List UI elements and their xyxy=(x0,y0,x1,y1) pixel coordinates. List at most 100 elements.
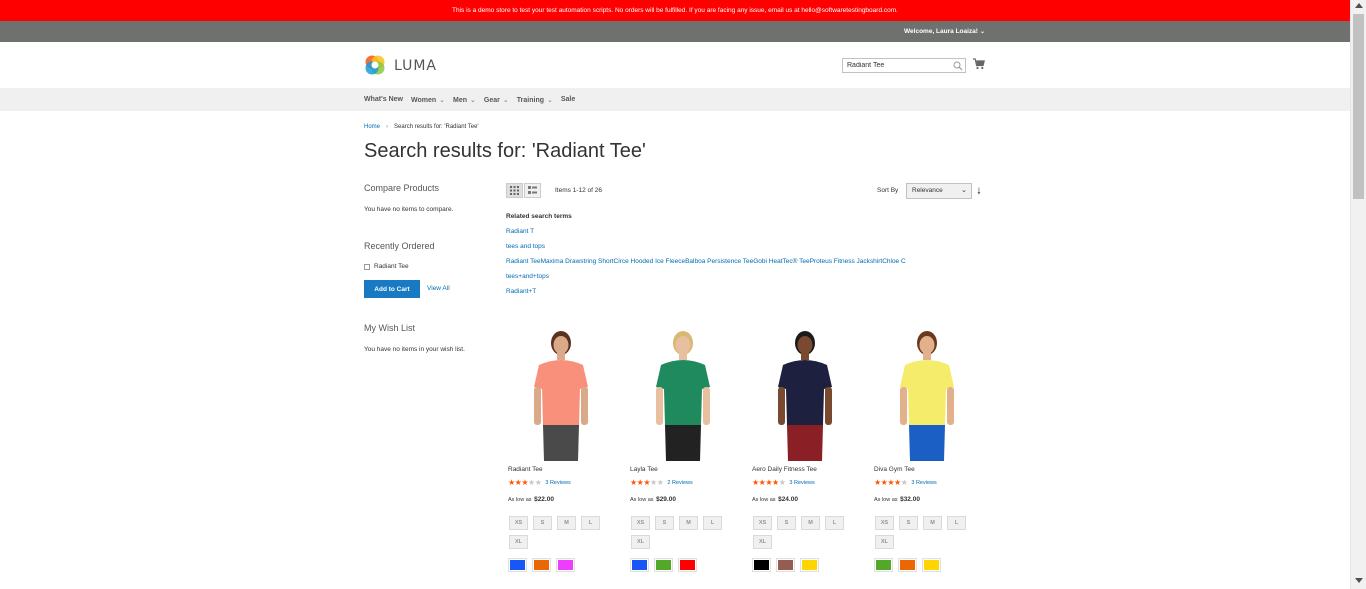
product-name-link[interactable]: Layla Tee xyxy=(630,466,658,473)
color-option[interactable] xyxy=(508,558,527,572)
size-option[interactable]: M xyxy=(557,516,576,530)
reviews-link[interactable]: 3 Reviews xyxy=(545,480,570,486)
recently-ordered-item: Radiant Tee xyxy=(364,263,409,270)
color-option[interactable] xyxy=(752,558,771,572)
related-term-link[interactable]: Radiant TeeMaxima Drawstring ShortCirce … xyxy=(506,258,986,273)
star-icon: ★ xyxy=(874,478,881,487)
size-option[interactable]: L xyxy=(825,516,844,530)
reviews-link[interactable]: 3 Reviews xyxy=(911,480,936,486)
welcome-text: Welcome, Laura Loaiza! xyxy=(904,28,978,35)
product-rating: ★★★★★ 3 Reviews xyxy=(508,478,571,487)
page-header: LUMA xyxy=(0,42,1350,88)
size-option[interactable]: XL xyxy=(631,535,650,549)
color-option[interactable] xyxy=(654,558,673,572)
related-term-link[interactable]: tees+and+tops xyxy=(506,273,986,288)
size-option[interactable]: XL xyxy=(753,535,772,549)
recent-item-checkbox[interactable] xyxy=(364,263,370,270)
color-option[interactable] xyxy=(898,558,917,572)
size-option[interactable]: XS xyxy=(753,516,772,530)
page-scrollbar[interactable] xyxy=(1350,0,1366,589)
scroll-up-arrow-icon[interactable] xyxy=(1355,3,1363,8)
size-option[interactable]: L xyxy=(703,516,722,530)
star-icon: ★ xyxy=(656,478,664,487)
size-option[interactable]: M xyxy=(679,516,698,530)
product-image[interactable] xyxy=(750,325,860,461)
product-price: As low as $29.00 xyxy=(630,496,676,503)
scroll-down-arrow-icon[interactable] xyxy=(1355,578,1363,583)
search-input[interactable] xyxy=(842,58,966,73)
add-to-cart-button[interactable]: Add to Cart xyxy=(364,280,420,298)
sort-by-value: Relevance xyxy=(912,187,943,194)
nav-item-gear[interactable]: Gear ⌄ xyxy=(484,96,509,104)
product-image[interactable] xyxy=(506,325,616,461)
sort-by-select[interactable]: Relevance ⌄ xyxy=(906,183,972,199)
size-option[interactable]: XL xyxy=(875,535,894,549)
list-mode-button[interactable] xyxy=(524,183,541,198)
search-icon[interactable] xyxy=(953,61,963,71)
nav-item-training[interactable]: Training ⌄ xyxy=(517,96,553,104)
product-name-link[interactable]: Aero Daily Fitness Tee xyxy=(752,466,817,473)
product-name-link[interactable]: Radiant Tee xyxy=(508,466,543,473)
breadcrumb-home-link[interactable]: Home xyxy=(364,124,380,130)
color-option[interactable] xyxy=(556,558,575,572)
rating-stars-icon: ★★★★★ xyxy=(752,478,786,487)
nav-item-women[interactable]: Women ⌄ xyxy=(411,96,445,104)
customer-menu-toggle[interactable]: Welcome, Laura Loaiza! ⌄ xyxy=(904,21,985,43)
color-option[interactable] xyxy=(800,558,819,572)
compare-products-empty-text: You have no items to compare. xyxy=(364,206,454,213)
product-image[interactable] xyxy=(872,325,982,461)
product-name-link[interactable]: Diva Gym Tee xyxy=(874,466,915,473)
sort-direction-arrow-icon[interactable]: 🠗 xyxy=(977,184,981,200)
scrollbar-thumb[interactable] xyxy=(1353,14,1364,199)
main-navigation: What's New Women ⌄ Men ⌄ Gear ⌄ Training ⌄ Sale xyxy=(0,88,1350,111)
size-option[interactable]: S xyxy=(777,516,796,530)
size-option[interactable]: XS xyxy=(509,516,528,530)
nav-item-men[interactable]: Men ⌄ xyxy=(453,96,476,104)
nav-item-label: Sale xyxy=(560,96,576,103)
rating-stars-icon: ★★★★★ xyxy=(630,478,664,487)
star-icon: ★ xyxy=(778,478,786,487)
size-option[interactable]: M xyxy=(801,516,820,530)
price-prefix: As low as xyxy=(874,497,898,503)
color-option[interactable] xyxy=(678,558,697,572)
nav-list: What's New Women ⌄ Men ⌄ Gear ⌄ Training ⌄ Sale xyxy=(364,88,583,111)
reviews-link[interactable]: 3 Reviews xyxy=(789,480,814,486)
size-option[interactable]: XS xyxy=(631,516,650,530)
recent-item-name: Radiant Tee xyxy=(374,263,409,270)
color-option[interactable] xyxy=(922,558,941,572)
size-option[interactable]: S xyxy=(655,516,674,530)
product-rating: ★★★★★ 3 Reviews xyxy=(752,478,815,487)
product-price: As low as $32.00 xyxy=(874,496,920,503)
product-image[interactable] xyxy=(628,325,738,461)
related-term-link[interactable]: tees and tops xyxy=(506,243,986,258)
star-icon: ★ xyxy=(772,478,779,487)
related-search-terms-title: Related search terms xyxy=(506,213,572,220)
related-term-link[interactable]: Radiant+T xyxy=(506,288,986,303)
logo-link[interactable]: LUMA xyxy=(364,54,454,78)
nav-item-what-s-new[interactable]: What's New xyxy=(364,96,403,103)
rating-stars-icon: ★★★★★ xyxy=(874,478,908,487)
grid-mode-button[interactable] xyxy=(506,183,523,198)
breadcrumb-separator-icon: › xyxy=(386,124,389,130)
color-option[interactable] xyxy=(776,558,795,572)
color-option[interactable] xyxy=(532,558,551,572)
star-icon: ★ xyxy=(630,478,637,487)
color-option[interactable] xyxy=(630,558,649,572)
products-toolbar: Items 1-12 of 26 Sort By Relevance ⌄ 🠗 xyxy=(506,183,986,199)
list-icon xyxy=(528,186,537,194)
star-icon: ★ xyxy=(528,478,535,487)
reviews-link[interactable]: 2 Reviews xyxy=(667,480,692,486)
color-option[interactable] xyxy=(874,558,893,572)
view-all-link[interactable]: View All xyxy=(427,285,450,292)
size-option[interactable]: M xyxy=(923,516,942,530)
size-option[interactable]: S xyxy=(899,516,918,530)
size-option[interactable]: XL xyxy=(509,535,528,549)
size-option[interactable]: XS xyxy=(875,516,894,530)
breadcrumb-current: Search results for: 'Radiant Tee' xyxy=(394,124,479,130)
size-option[interactable]: L xyxy=(947,516,966,530)
cart-icon[interactable] xyxy=(973,58,985,70)
size-option[interactable]: S xyxy=(533,516,552,530)
nav-item-sale[interactable]: Sale xyxy=(561,96,575,103)
related-term-link[interactable]: Radiant T xyxy=(506,228,986,243)
size-option[interactable]: L xyxy=(581,516,600,530)
